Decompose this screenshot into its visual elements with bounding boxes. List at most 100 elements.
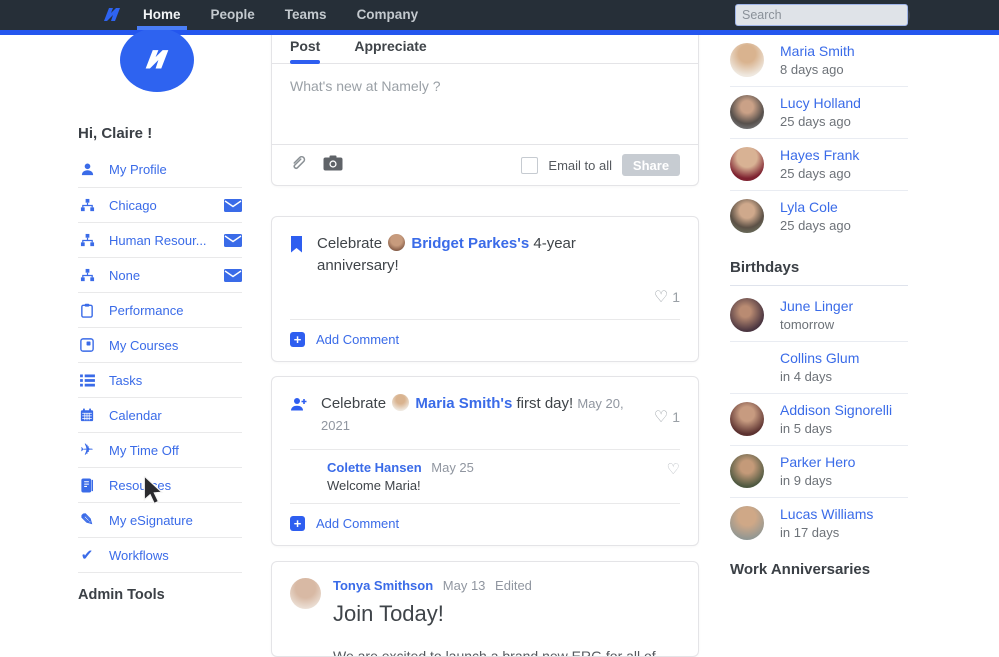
tasks-list-icon bbox=[78, 372, 96, 388]
camera-button[interactable] bbox=[323, 155, 343, 176]
comment: Colette Hansen May 25 Welcome Maria! ♡ bbox=[290, 449, 680, 503]
post-input[interactable]: What's new at Namely ? bbox=[272, 64, 698, 144]
heart-icon[interactable]: ♡ bbox=[667, 460, 680, 493]
birthday-item: Parker Hero in 9 days bbox=[730, 446, 908, 498]
company-logo[interactable] bbox=[120, 28, 194, 92]
post-body: Tonya Smithson May 13 Edited Join Today!… bbox=[333, 578, 656, 656]
mouse-cursor bbox=[141, 474, 167, 511]
avatar bbox=[730, 402, 764, 436]
nav-item-people[interactable]: People bbox=[211, 0, 255, 30]
person-when: 25 days ago bbox=[780, 166, 851, 181]
namely-logo-icon[interactable] bbox=[98, 3, 126, 32]
person-link[interactable]: Collins Glum bbox=[780, 350, 859, 366]
add-comment-label: Add Comment bbox=[316, 332, 400, 347]
attach-file-button[interactable] bbox=[290, 154, 307, 176]
sidebar-item-chicago[interactable]: Chicago bbox=[78, 187, 242, 222]
avatar bbox=[290, 460, 318, 488]
person-when: in 9 days bbox=[780, 473, 833, 488]
right-sidebar: Maria Smith 8 days ago Lucy Holland 25 d… bbox=[730, 35, 908, 587]
search-input[interactable] bbox=[742, 8, 903, 22]
envelope-icon[interactable] bbox=[224, 268, 242, 282]
checkmark-icon: ✔ bbox=[80, 547, 94, 564]
share-button[interactable]: Share bbox=[622, 154, 680, 176]
sidebar-item-label: Workflows bbox=[109, 547, 169, 563]
work-anniversaries-header: Work Anniversaries bbox=[730, 561, 871, 578]
sidebar-item-calendar[interactable]: Calendar bbox=[78, 397, 242, 432]
email-to-all-checkbox[interactable] bbox=[521, 156, 539, 174]
post-text-prefix: Celebrate bbox=[317, 235, 383, 252]
greeting-text: Hi, Claire ! bbox=[78, 125, 153, 142]
person-link[interactable]: June Linger bbox=[780, 298, 853, 314]
nav-item-home[interactable]: Home bbox=[137, 0, 186, 30]
nav-item-teams[interactable]: Teams bbox=[285, 0, 327, 30]
email-to-all-label: Email to all bbox=[548, 157, 612, 173]
sidebar-item-tasks[interactable]: Tasks bbox=[78, 362, 242, 397]
person-link[interactable]: Parker Hero bbox=[780, 454, 855, 470]
post-author-link[interactable]: Tonya Smithson bbox=[333, 578, 433, 593]
person-link[interactable]: Addison Signorelli bbox=[780, 402, 892, 418]
avatar bbox=[388, 234, 406, 251]
person-link[interactable]: Lucy Holland bbox=[780, 95, 861, 111]
feed-column: Post Appreciate What's new at Namely ? E… bbox=[271, 30, 699, 657]
sidebar-item-my-courses[interactable]: My Courses bbox=[78, 327, 242, 362]
sidebar-item-human-resources[interactable]: Human Resour... bbox=[78, 222, 242, 257]
comment-author-link[interactable]: Colette Hansen bbox=[327, 460, 422, 475]
post-text-prefix: Celebrate bbox=[321, 395, 387, 412]
sidebar-item-label: My Time Off bbox=[109, 442, 179, 458]
envelope-icon[interactable] bbox=[224, 198, 242, 212]
avatar bbox=[730, 506, 764, 540]
first-day-post-card: Celebrate Maria Smith's first day! May 2… bbox=[271, 376, 699, 546]
sidebar-divider bbox=[78, 572, 242, 573]
add-comment-label: Add Comment bbox=[316, 516, 400, 531]
anniversary-post-card: Celebrate Bridget Parkes's 4-year annive… bbox=[271, 216, 699, 362]
sidebar-item-my-profile[interactable]: My Profile bbox=[78, 152, 242, 187]
person-when: 25 days ago bbox=[780, 218, 851, 233]
comment-text: Welcome Maria! bbox=[327, 478, 421, 493]
person-link[interactable]: Maria Smith's bbox=[415, 395, 512, 412]
person-link[interactable]: Lyla Cole bbox=[780, 199, 851, 215]
sidebar-item-performance[interactable]: Performance bbox=[78, 292, 242, 327]
post-text: Celebrate Bridget Parkes's 4-year annive… bbox=[317, 233, 617, 277]
post-text-suffix: first day! bbox=[516, 395, 574, 412]
person-link[interactable]: Bridget Parkes's bbox=[411, 235, 529, 252]
post-header: Celebrate Maria Smith's first day! May 2… bbox=[290, 393, 680, 437]
comment-body: Colette Hansen May 25 Welcome Maria! bbox=[327, 460, 667, 493]
avatar bbox=[730, 147, 764, 181]
heart-icon[interactable]: ♡ bbox=[654, 407, 668, 427]
nav-menu: Home People Teams Company bbox=[137, 0, 419, 30]
person-link[interactable]: Hayes Frank bbox=[780, 147, 859, 163]
nav-item-company[interactable]: Company bbox=[357, 0, 419, 30]
like-count: 1 bbox=[672, 409, 680, 425]
tab-post[interactable]: Post bbox=[290, 38, 321, 64]
org-chart-icon bbox=[78, 267, 96, 283]
avatar bbox=[730, 95, 764, 129]
sidebar-item-my-time-off[interactable]: ✈ My Time Off bbox=[78, 432, 242, 467]
person-icon bbox=[78, 162, 96, 178]
new-hire-item: Lucy Holland 25 days ago bbox=[730, 87, 908, 139]
person-when: in 4 days bbox=[780, 369, 833, 384]
sidebar-item-label: None bbox=[109, 267, 141, 283]
composer-footer: Email to all Share bbox=[272, 144, 698, 185]
sidebar-item-label: Calendar bbox=[109, 407, 162, 423]
heart-icon[interactable]: ♡ bbox=[654, 287, 668, 307]
avatar bbox=[730, 454, 764, 488]
add-comment-button[interactable]: + Add Comment bbox=[290, 319, 680, 361]
tab-appreciate[interactable]: Appreciate bbox=[354, 38, 426, 63]
org-chart-icon bbox=[78, 232, 96, 248]
sidebar-item-label: Chicago bbox=[109, 197, 157, 213]
person-link[interactable]: Lucas Williams bbox=[780, 506, 873, 522]
sidebar-item-label: My Profile bbox=[109, 162, 167, 177]
composer-tabs: Post Appreciate bbox=[272, 30, 698, 64]
sidebar-item-none[interactable]: None bbox=[78, 257, 242, 292]
person-when: tomorrow bbox=[780, 317, 835, 332]
birthday-item: Lucas Williams in 17 days bbox=[730, 498, 908, 549]
clipboard-icon bbox=[78, 302, 96, 318]
like-count: 1 bbox=[672, 289, 680, 305]
envelope-icon[interactable] bbox=[224, 233, 242, 247]
birthday-item: June Linger tomorrow bbox=[730, 286, 908, 342]
person-link[interactable]: Maria Smith bbox=[780, 43, 855, 59]
comment-date: May 25 bbox=[431, 460, 474, 475]
composer-actions: Email to all Share bbox=[521, 154, 680, 176]
add-comment-button[interactable]: + Add Comment bbox=[290, 503, 680, 545]
sidebar-item-workflows[interactable]: ✔ Workflows bbox=[78, 537, 242, 572]
